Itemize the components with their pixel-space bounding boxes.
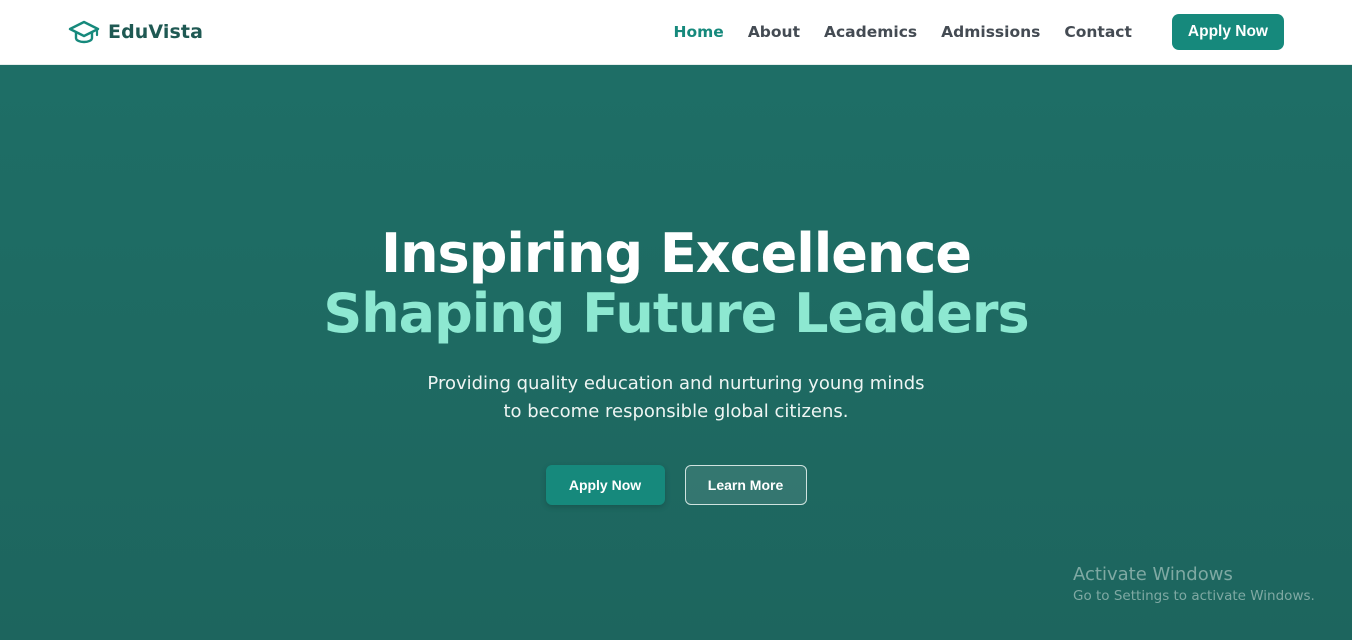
brand-name: EduVista [108, 21, 204, 43]
hero-subtitle: Providing quality education and nurturin… [0, 370, 1352, 426]
navbar: EduVista Home About Academics Admissions… [0, 0, 1352, 65]
hero-learn-more-button[interactable]: Learn More [684, 465, 807, 505]
nav-right: Home About Academics Admissions Contact … [674, 14, 1284, 50]
hero-section: Inspiring Excellence Shaping Future Lead… [0, 65, 1352, 640]
hero-title-line2: Shaping Future Leaders [323, 282, 1029, 345]
nav-link-home[interactable]: Home [674, 23, 724, 41]
graduation-cap-icon [68, 20, 100, 44]
nav-link-contact[interactable]: Contact [1064, 23, 1132, 41]
nav-apply-now-button[interactable]: Apply Now [1171, 14, 1284, 50]
hero-buttons: Apply Now Learn More [0, 465, 1352, 505]
nav-link-admissions[interactable]: Admissions [941, 23, 1040, 41]
hero-title-line1: Inspiring Excellence [381, 222, 972, 285]
windows-activation-watermark: Activate Windows Go to Settings to activ… [1073, 564, 1315, 605]
brand-logo[interactable]: EduVista [68, 20, 203, 44]
watermark-title: Activate Windows [1073, 564, 1233, 585]
hero-subtitle-line2: to become responsible global citizens. [503, 401, 849, 422]
nav-link-academics[interactable]: Academics [824, 23, 917, 41]
hero-subtitle-line1: Providing quality education and nurturin… [427, 373, 925, 394]
nav-link-about[interactable]: About [748, 23, 800, 41]
watermark-subtitle: Go to Settings to activate Windows. [1073, 588, 1315, 604]
hero-apply-now-button[interactable]: Apply Now [545, 465, 665, 505]
nav-links: Home About Academics Admissions Contact [674, 23, 1132, 41]
